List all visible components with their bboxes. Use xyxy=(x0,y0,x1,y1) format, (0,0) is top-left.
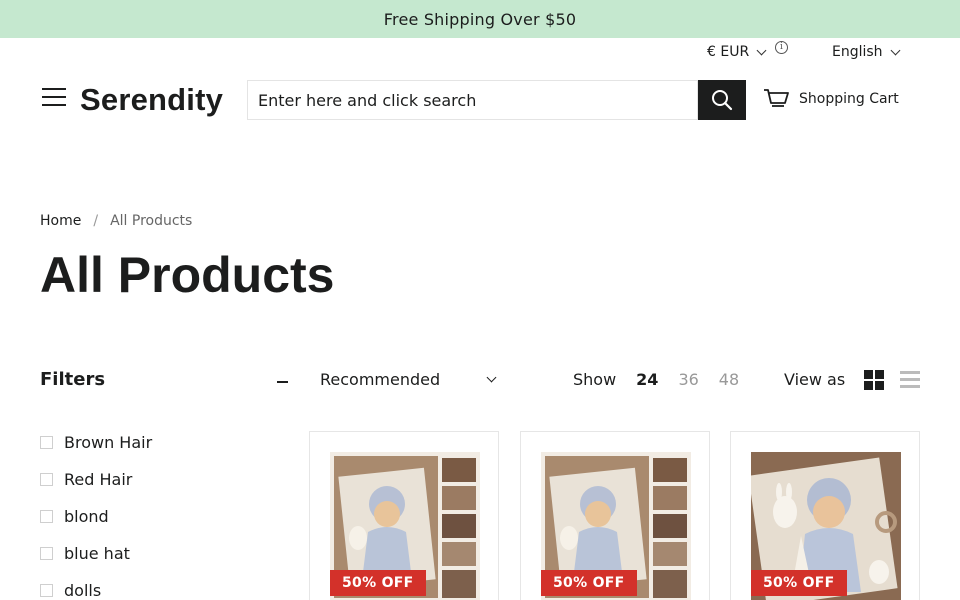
site-logo[interactable]: Serendity xyxy=(80,82,223,118)
product-card[interactable]: 50% OFF xyxy=(309,431,499,600)
sale-badge: 50% OFF xyxy=(541,570,637,596)
page-size-option-36[interactable]: 36 xyxy=(678,370,698,389)
language-label: English xyxy=(832,44,883,60)
breadcrumb: Home / All Products xyxy=(40,213,192,229)
menu-icon[interactable] xyxy=(42,88,66,106)
sale-badge: 50% OFF xyxy=(330,570,426,596)
filter-label: blond xyxy=(64,507,109,526)
filter-label: dolls xyxy=(64,581,102,600)
page-title: All Products xyxy=(40,247,335,303)
view-as-label: View as xyxy=(784,370,846,389)
page-size-option-24[interactable]: 24 xyxy=(636,370,658,389)
list-view-icon[interactable] xyxy=(900,370,920,390)
filter-item[interactable]: blue hat xyxy=(40,535,152,572)
chevron-down-icon xyxy=(486,372,497,383)
filter-checkbox[interactable] xyxy=(40,584,53,597)
search-icon xyxy=(712,90,733,111)
product-card[interactable]: 50% OFF xyxy=(520,431,710,600)
filter-item[interactable]: blond xyxy=(40,498,152,535)
search-field[interactable] xyxy=(247,80,698,120)
filter-item[interactable]: dolls xyxy=(40,572,152,600)
breadcrumb-home[interactable]: Home xyxy=(40,213,81,229)
search-input[interactable] xyxy=(258,90,697,110)
shopping-cart-link[interactable]: Shopping Cart xyxy=(763,88,899,110)
filter-list: Brown Hair Red Hair blond blue hat dolls xyxy=(40,424,152,600)
sale-badge: 50% OFF xyxy=(751,570,847,596)
filter-item[interactable]: Red Hair xyxy=(40,461,152,498)
filter-label: Brown Hair xyxy=(64,433,153,452)
page-size-selector: Show 24 36 48 xyxy=(573,370,739,389)
filters-heading: Filters xyxy=(40,369,106,390)
product-card[interactable]: 50% OFF xyxy=(730,431,920,600)
grid-view-icon[interactable] xyxy=(864,370,884,390)
breadcrumb-separator: / xyxy=(93,213,99,229)
filter-checkbox[interactable] xyxy=(40,436,53,449)
collapse-icon[interactable] xyxy=(277,381,288,383)
chevron-down-icon xyxy=(756,45,767,55)
currency-label: € EUR xyxy=(707,44,750,60)
filter-item[interactable]: Brown Hair xyxy=(40,424,152,461)
page-size-option-48[interactable]: 48 xyxy=(719,370,739,389)
cart-label: Shopping Cart xyxy=(799,91,899,107)
filter-label: Red Hair xyxy=(64,470,133,489)
language-selector[interactable]: English xyxy=(832,42,901,62)
chevron-down-icon xyxy=(890,45,901,55)
filter-label: blue hat xyxy=(64,544,130,563)
currency-selector[interactable]: € EUR xyxy=(707,42,767,62)
filter-checkbox[interactable] xyxy=(40,510,53,523)
announcement-text: Free Shipping Over $50 xyxy=(383,9,577,29)
show-label: Show xyxy=(573,370,617,389)
filter-checkbox[interactable] xyxy=(40,473,53,486)
filter-checkbox[interactable] xyxy=(40,547,53,560)
cart-icon xyxy=(764,89,789,107)
sort-select[interactable]: Recommended xyxy=(320,370,497,389)
breadcrumb-current: All Products xyxy=(110,213,193,229)
sort-label: Recommended xyxy=(320,370,441,389)
info-icon[interactable]: i xyxy=(775,41,788,54)
search-button[interactable] xyxy=(698,80,746,120)
announcement-bar: Free Shipping Over $50 xyxy=(0,0,960,38)
